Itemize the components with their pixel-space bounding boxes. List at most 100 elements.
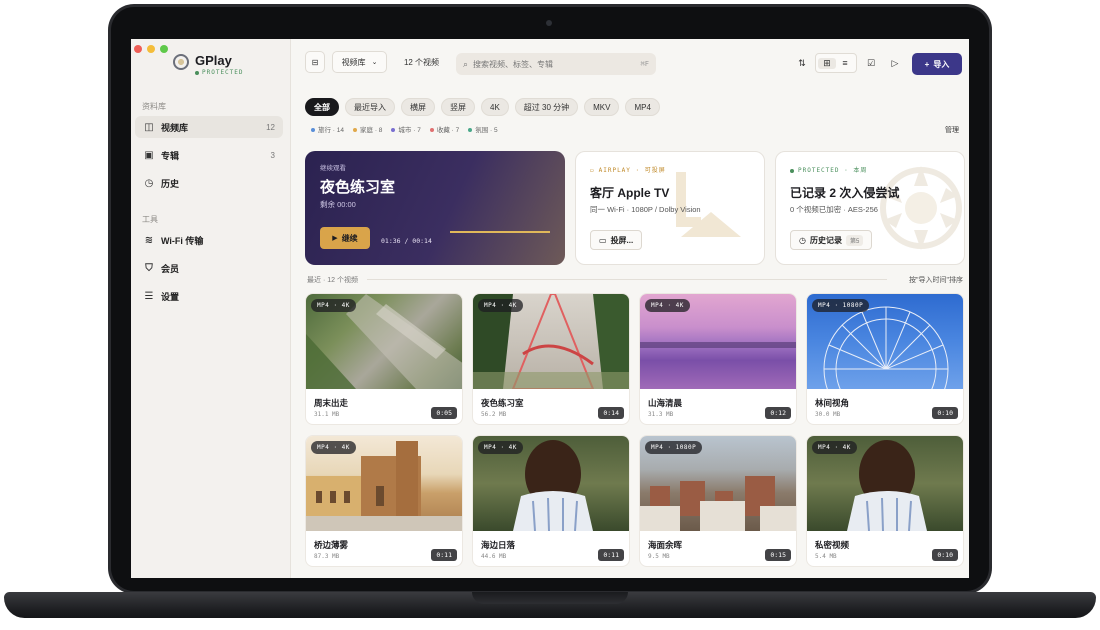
app-window: GPlay PROTECTED 资料库 ◫ 视频库 12 ▣ 专辑 3 ◷ 历史… [131,39,969,578]
sidebar-item-wifi-transfer[interactable]: ≋ Wi-Fi 传输 [135,229,283,251]
filter-chip-mp4[interactable]: MP4 [625,98,660,116]
video-card[interactable]: MP4 · 1080P 0:15 海面余晖 9.5 MB [639,435,797,567]
history-log-label: 历史记录 [809,235,842,245]
filter-chip-landscape[interactable]: 横屏 [401,98,435,116]
cast-label: 投屏... [610,235,634,245]
continue-watching-card[interactable]: 继续观看 夜色练习室 剩余 00:00 ▶ 继续 01:36 / 00:14 [305,151,565,265]
filter-chip-recent[interactable]: 最近导入 [345,98,395,116]
video-size: 44.6 MB [481,553,507,560]
resume-button[interactable]: ▶ 继续 [320,227,370,249]
airplay-card: ▭ AIRPLAY · 可投屏 客厅 Apple TV 同一 Wi-Fi · 10… [575,151,765,265]
tag-item[interactable]: 收藏 · 7 [429,124,459,134]
filter-chip-all[interactable]: 全部 [305,98,339,116]
album-icon: ▣ [144,149,154,161]
list-view-icon[interactable]: ≡ [836,58,854,68]
airplay-kicker: ▭ AIRPLAY · 可投屏 [590,167,666,174]
video-title: 夜色练习室 [481,398,524,408]
toggle-sidebar-button[interactable]: ⊟ [305,51,325,73]
tag-list: 旅行 · 14 家庭 · 8 城市 · 7 收藏 · 7 氛围 · 5 [311,124,498,134]
library-section-label: 资料库 [142,102,166,111]
video-card[interactable]: MP4 · 4K 0:10 私密视频 5.4 MB [806,435,964,567]
library-select-value: 视频库 [341,57,366,67]
import-button[interactable]: + 导入 [912,53,962,75]
sidebar-item-label: 会员 [161,263,180,274]
history-log-button[interactable]: ◷ 历史记录 第5 [790,230,873,250]
format-badge: MP4 · 1080P [812,299,870,312]
playback-time: 01:36 / 00:14 [381,237,432,245]
video-title: 山海清晨 [648,398,683,408]
filter-chip-long[interactable]: 超过 30 分钟 [514,98,579,116]
security-subtitle: 0 个视频已加密 · AES-256 [790,205,878,214]
continue-kicker: 继续观看 [320,165,346,172]
maximize-window-button[interactable] [160,45,168,53]
security-title: 已记录 2 次入侵尝试 [790,186,900,200]
sidebar-item-label: 历史 [161,178,180,189]
airplay-icon: ▭ [590,167,595,174]
library-select[interactable]: 视频库 ⌄ [332,51,387,73]
video-card[interactable]: MP4 · 4K 0:12 山海清晨 31.3 MB [639,293,797,425]
format-badge: MP4 · 4K [478,441,523,454]
search-input[interactable]: ⌕ 搜索视频、标签、专辑 ⌘F [456,53,656,75]
progress-bar[interactable] [450,231,550,233]
format-badge: MP4 · 4K [478,299,523,312]
video-card[interactable]: MP4 · 4K 0:05 周末出走 31.1 MB [305,293,463,425]
tag-item[interactable]: 城市 · 7 [391,124,421,134]
video-size: 9.5 MB [648,553,670,560]
sidebar: GPlay PROTECTED 资料库 ◫ 视频库 12 ▣ 专辑 3 ◷ 历史… [131,39,291,578]
close-window-button[interactable] [134,45,142,53]
tag-item[interactable]: 氛围 · 5 [468,124,498,134]
play-button[interactable]: ▷ [885,53,905,73]
app-brand: GPlay [195,53,232,68]
shield-watermark-icon [880,166,962,250]
video-card[interactable]: MP4 · 4K 0:11 海边日落 44.6 MB [472,435,630,567]
laptop-mockup: GPlay PROTECTED 资料库 ◫ 视频库 12 ▣ 专辑 3 ◷ 历史… [0,0,1100,630]
filter-chip-mkv[interactable]: MKV [584,98,620,116]
airplay-title: 客厅 Apple TV [590,186,670,200]
airplay-watermark-icon [676,172,741,237]
format-badge: MP4 · 4K [311,441,356,454]
sort-button[interactable]: ⇅ [792,53,812,73]
duration-badge: 0:05 [431,407,457,419]
chevron-down-icon: ⌄ [371,59,378,66]
sort-order-label[interactable]: 按"导入时间"排序 [909,275,963,285]
airplay-subtitle: 同一 Wi-Fi · 1080P / Dolby Vision [590,205,701,214]
grid-view-icon[interactable]: ⊞ [818,57,836,69]
security-card: PROTECTED · 本周 已记录 2 次入侵尝试 0 个视频已加密 · AE… [775,151,965,265]
video-size: 30.0 MB [815,411,841,418]
sidebar-item-settings[interactable]: ☰ 设置 [135,285,283,307]
sidebar-item-history[interactable]: ◷ 历史 [135,172,283,194]
duration-badge: 0:15 [765,549,791,561]
minimize-window-button[interactable] [147,45,155,53]
resume-label: 继续 [341,233,358,243]
sidebar-item-library[interactable]: ◫ 视频库 12 [135,116,283,138]
video-card[interactable]: MP4 · 1080P 0:10 林间视角 30.0 MB [806,293,964,425]
toolbar: ⊟ 视频库 ⌄ 12 个视频 ⌕ 搜索视频、标签、专辑 ⌘F ⇅ ⊞ ≡ ☑ ▷… [291,51,969,75]
cast-button[interactable]: ▭ 投屏... [590,230,643,250]
search-shortcut: ⌘F [640,60,649,68]
history-icon: ◷ [144,177,154,189]
manage-tags-link[interactable]: 管理 [945,125,959,135]
filter-chip-portrait[interactable]: 竖屏 [441,98,475,116]
video-size: 56.2 MB [481,411,507,418]
tag-item[interactable]: 旅行 · 14 [311,124,344,134]
sidebar-item-albums[interactable]: ▣ 专辑 3 [135,144,283,166]
video-title: 私密视频 [815,540,850,550]
status-dot-icon [790,168,794,173]
settings-icon: ☰ [144,290,154,302]
filter-chip-4k[interactable]: 4K [481,98,509,116]
duration-badge: 0:10 [932,407,958,419]
select-button[interactable]: ☑ [861,53,881,73]
format-badge: MP4 · 1080P [645,441,703,454]
video-card[interactable]: MP4 · 4K 0:11 桥边薄雾 87.3 MB [305,435,463,567]
sidebar-item-membership[interactable]: ⛉ 会员 [135,257,283,279]
history-icon: ◷ [799,235,806,245]
cast-icon: ▭ [599,235,607,245]
wifi-icon: ≋ [144,234,154,246]
video-size: 5.4 MB [815,553,837,560]
tag-item[interactable]: 家庭 · 8 [353,124,382,134]
format-badge: MP4 · 4K [645,299,690,312]
sidebar-item-label: 专辑 [161,150,180,161]
divider [367,279,887,280]
video-card[interactable]: MP4 · 4K 0:14 夜色练习室 56.2 MB [472,293,630,425]
progress-fill [450,231,550,233]
